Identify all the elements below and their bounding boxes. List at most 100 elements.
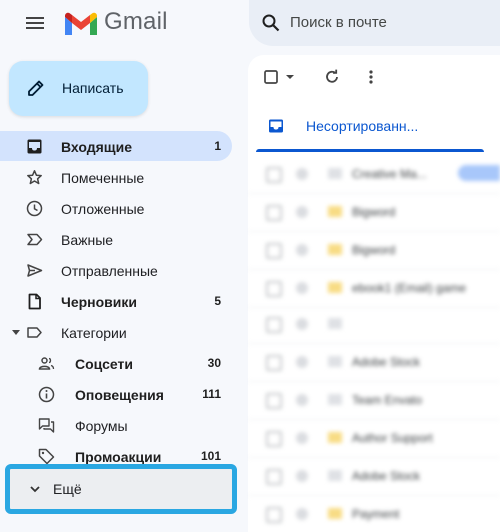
label-important-icon[interactable] (328, 282, 342, 293)
row-checkbox[interactable] (266, 243, 282, 259)
updates-count: 111 (202, 387, 221, 401)
label-important-icon[interactable] (328, 356, 342, 367)
label-important-icon (26, 231, 43, 248)
search-icon[interactable] (261, 13, 281, 33)
sidebar-item-label: Оповещения (75, 387, 164, 403)
row-checkbox[interactable] (266, 431, 282, 447)
sidebar-item-label: Входящие (61, 139, 132, 155)
more-label: Ещё (53, 481, 82, 497)
sidebar-item-label: Важные (61, 232, 114, 248)
row-checkbox[interactable] (266, 167, 282, 183)
search-bar[interactable]: Поиск в почте (249, 0, 500, 46)
info-icon (38, 386, 55, 403)
sidebar-item-categories[interactable]: Категории (0, 317, 232, 347)
tag-icon (38, 448, 55, 465)
label-important-icon[interactable] (328, 432, 342, 443)
sidebar-item-important[interactable]: Важные (0, 224, 232, 254)
star-icon[interactable] (296, 282, 308, 294)
row-checkbox[interactable] (266, 281, 282, 297)
row-checkbox[interactable] (266, 393, 282, 409)
sidebar-item-updates[interactable]: Оповещения 111 (0, 379, 232, 409)
row-checkbox[interactable] (266, 355, 282, 371)
message-row[interactable] (248, 305, 500, 344)
star-icon[interactable] (296, 432, 308, 444)
sender-name: Bigword (352, 243, 396, 257)
label-important-icon[interactable] (328, 470, 342, 481)
caret-down-icon[interactable] (284, 67, 296, 87)
message-row[interactable]: ebook1 (Email) game (248, 269, 500, 308)
select-all-checkbox[interactable] (263, 67, 283, 87)
sidebar-item-label: Форумы (75, 418, 128, 434)
sidebar-item-social[interactable]: Соцсети 30 (0, 348, 232, 378)
message-row[interactable]: Payment (248, 495, 500, 532)
star-icon[interactable] (296, 508, 308, 520)
star-icon[interactable] (296, 206, 308, 218)
sidebar-item-forums[interactable]: Форумы (0, 410, 232, 440)
sidebar-item-inbox[interactable]: Входящие 1 (0, 131, 232, 161)
send-icon (26, 262, 43, 279)
star-icon[interactable] (296, 470, 308, 482)
row-checkbox[interactable] (266, 507, 282, 523)
sender-name: Bigword (352, 205, 396, 219)
star-icon[interactable] (296, 318, 308, 330)
star-icon[interactable] (296, 244, 308, 256)
refresh-icon[interactable] (322, 67, 342, 87)
sidebar-item-label: Черновики (61, 294, 138, 310)
tab-primary[interactable]: Несортированн... (256, 100, 496, 152)
sidebar-item-starred[interactable]: Помеченные (0, 162, 232, 192)
message-row[interactable]: Author Support (248, 419, 500, 458)
sender-name: Author Support (352, 431, 433, 445)
category-chip (458, 165, 500, 181)
tab-indicator (256, 149, 484, 152)
star-icon[interactable] (296, 356, 308, 368)
label-important-icon[interactable] (328, 206, 342, 217)
sidebar-item-label: Категории (61, 325, 127, 341)
sidebar-item-sent[interactable]: Отправленные (0, 255, 232, 285)
more-vert-icon[interactable] (361, 67, 381, 87)
pencil-icon (26, 78, 46, 98)
label-important-icon[interactable] (328, 508, 342, 519)
star-icon[interactable] (296, 168, 308, 180)
message-row[interactable]: Adobe Stock (248, 343, 500, 382)
sender-name: Team Envato (352, 393, 423, 407)
sidebar-item-label: Соцсети (75, 356, 133, 372)
label-important-icon[interactable] (328, 244, 342, 255)
sidebar-item-label: Отложенные (61, 201, 145, 217)
compose-label: Написать (62, 80, 124, 96)
row-checkbox[interactable] (266, 317, 282, 333)
tab-label: Несортированн... (306, 118, 419, 134)
sidebar-item-label: Промоакции (75, 449, 162, 465)
sender-name: Payment (352, 507, 400, 521)
message-row[interactable]: Bigword (248, 231, 500, 270)
message-list: Creative Ma... Bigword Bigword ebook1 (Emai… (248, 155, 500, 532)
message-row[interactable]: Creative Ma... (248, 155, 500, 194)
drafts-count: 5 (214, 294, 221, 308)
sidebar-item-drafts[interactable]: Черновики 5 (0, 286, 232, 316)
row-checkbox[interactable] (266, 205, 282, 221)
unread-count: 1 (214, 139, 221, 153)
label-important-icon[interactable] (328, 318, 342, 329)
sender-name: Adobe Stock (352, 469, 421, 483)
star-icon[interactable] (296, 394, 308, 406)
label-important-icon[interactable] (328, 168, 342, 179)
gmail-logo-icon[interactable] (62, 10, 100, 38)
label-important-icon[interactable] (328, 394, 342, 405)
promotions-count: 101 (200, 449, 221, 463)
forum-icon (38, 417, 55, 434)
clock-icon (26, 200, 43, 217)
row-checkbox[interactable] (266, 469, 282, 485)
message-row[interactable]: Team Envato (248, 381, 500, 420)
draft-icon (26, 293, 43, 310)
compose-button[interactable]: Написать (9, 61, 148, 116)
chevron-down-icon (28, 482, 42, 496)
hamburger-icon[interactable] (20, 12, 50, 34)
message-row[interactable]: Bigword (248, 193, 500, 232)
message-row[interactable]: Adobe Stock (248, 457, 500, 496)
sender-name: ebook1 (Email) game (352, 281, 467, 295)
sender-name: Creative Ma... (352, 167, 427, 181)
social-count: 30 (207, 356, 221, 370)
search-placeholder[interactable]: Поиск в почте (290, 14, 387, 31)
more-button[interactable]: Ещё (5, 464, 237, 514)
sidebar-item-snoozed[interactable]: Отложенные (0, 193, 232, 223)
caret-down-icon[interactable] (12, 330, 20, 335)
